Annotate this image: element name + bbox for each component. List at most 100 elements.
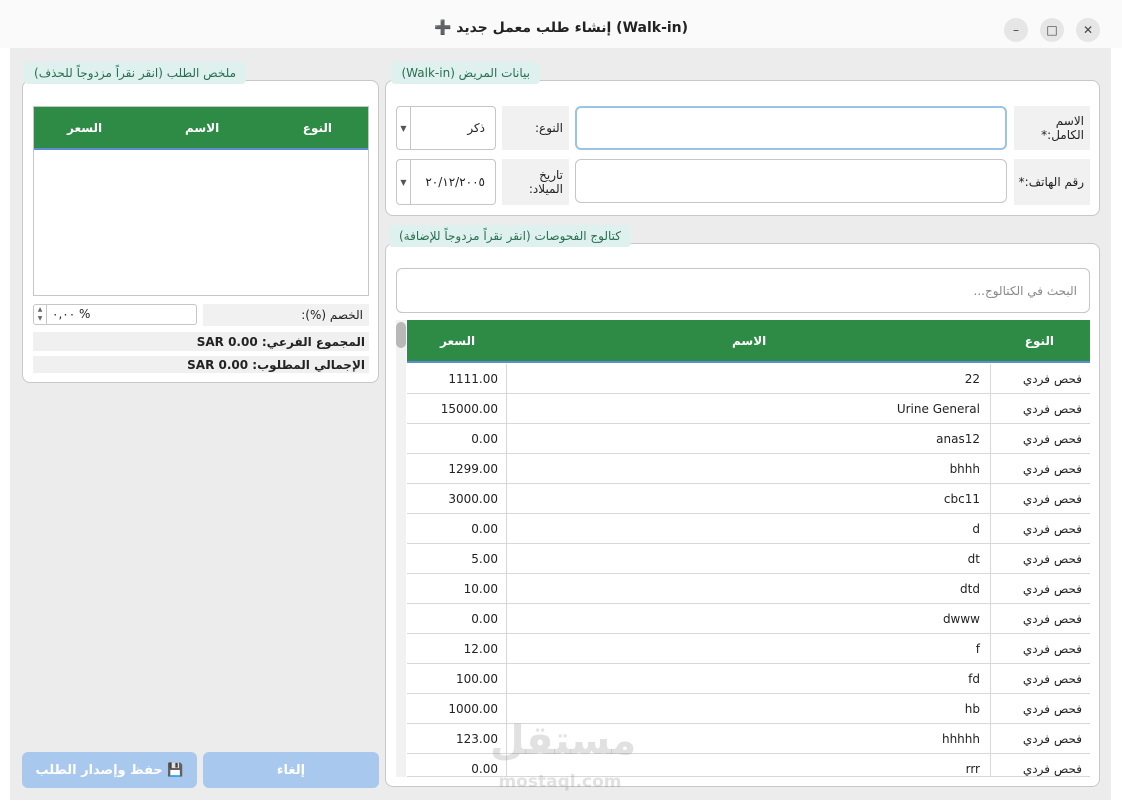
patient-group-title: بيانات المريض (Walk-in): [391, 62, 540, 84]
catalog-cell-price: 0.00: [471, 762, 498, 776]
dob-value: ٢٠/١٢/٢٠٠٥: [425, 175, 485, 189]
column-divider: [990, 364, 991, 393]
catalog-search-input[interactable]: البحث في الكتالوج...: [396, 268, 1090, 313]
catalog-row[interactable]: فحص فردي fd 100.00: [407, 664, 1090, 694]
catalog-row[interactable]: فحص فردي cbc11 3000.00: [407, 484, 1090, 514]
column-divider: [990, 454, 991, 483]
catalog-cell-type: فحص فردي: [1022, 582, 1082, 596]
column-divider: [990, 724, 991, 753]
watermark-url: mostaql.com: [498, 772, 622, 792]
catalog-cell-price: 1299.00: [448, 462, 498, 476]
column-divider: [506, 514, 507, 543]
column-divider: [990, 484, 991, 513]
catalog-scroll-thumb[interactable]: [396, 322, 406, 348]
catalog-cell-type: فحص فردي: [1022, 732, 1082, 746]
catalog-cell-type: فحص فردي: [1022, 762, 1082, 776]
column-divider: [506, 424, 507, 453]
cancel-button[interactable]: إلغاء: [203, 752, 379, 788]
watermark-logo: مستقل: [490, 718, 637, 764]
column-divider: [990, 514, 991, 543]
catalog-row[interactable]: فحص فردي bhhh 1299.00: [407, 454, 1090, 484]
catalog-cell-type: فحص فردي: [1022, 522, 1082, 536]
full-name-input[interactable]: [575, 106, 1007, 150]
column-divider: [506, 394, 507, 423]
column-divider: [506, 544, 507, 573]
summary-table[interactable]: النوع الاسم السعر: [33, 106, 369, 296]
catalog-cell-name: f: [975, 642, 980, 656]
catalog-row[interactable]: فحص فردي Urine General 15000.00: [407, 394, 1090, 424]
catalog-cell-price: 10.00: [463, 582, 498, 596]
catalog-row[interactable]: فحص فردي dt 5.00: [407, 544, 1090, 574]
catalog-row[interactable]: فحص فردي dtd 10.00: [407, 574, 1090, 604]
window-title: ➕ إنشاء طلب معمل جديد (Walk-in): [433, 20, 689, 36]
catalog-cell-name: 22: [964, 372, 980, 386]
total-label: الإجمالي المطلوب: SAR 0.00: [33, 356, 369, 373]
catalog-row[interactable]: فحص فردي 22 1111.00: [407, 364, 1090, 394]
spinner-arrows-icon[interactable]: ▲ ▼: [34, 305, 47, 324]
summary-col-type[interactable]: النوع: [303, 121, 332, 135]
catalog-cell-price: 1111.00: [448, 372, 498, 386]
summary-col-name[interactable]: الاسم: [185, 121, 219, 135]
full-name-label: الاسم الكامل:*: [1014, 106, 1090, 150]
catalog-cell-type: فحص فردي: [1022, 372, 1082, 386]
minimize-button[interactable]: –: [1004, 18, 1028, 42]
catalog-cell-type: فحص فردي: [1022, 432, 1082, 446]
catalog-cell-name: anas12: [936, 432, 980, 446]
catalog-cell-type: فحص فردي: [1022, 612, 1082, 626]
catalog-cell-type: فحص فردي: [1022, 552, 1082, 566]
catalog-cell-type: فحص فردي: [1022, 402, 1082, 416]
column-divider: [506, 484, 507, 513]
catalog-cell-type: فحص فردي: [1022, 702, 1082, 716]
catalog-row[interactable]: فحص فردي f 12.00: [407, 634, 1090, 664]
column-divider: [506, 574, 507, 603]
close-button[interactable]: ✕: [1076, 18, 1100, 42]
subtotal-label: المجموع الفرعي: SAR 0.00: [33, 332, 369, 351]
catalog-table-header: النوع الاسم السعر: [407, 320, 1090, 363]
catalog-cell-price: 12.00: [463, 642, 498, 656]
phone-label: رقم الهاتف:*: [1014, 159, 1090, 205]
dob-date-edit[interactable]: ▼ ٢٠/١٢/٢٠٠٥: [396, 159, 496, 205]
column-divider: [990, 604, 991, 633]
catalog-col-price[interactable]: السعر: [440, 334, 475, 348]
gender-select[interactable]: ▼ ذكر: [396, 106, 496, 150]
catalog-cell-type: فحص فردي: [1022, 462, 1082, 476]
discount-label: الخصم (%):: [203, 304, 369, 326]
save-button[interactable]: 💾 حفظ وإصدار الطلب: [22, 752, 197, 788]
catalog-cell-price: 1000.00: [448, 702, 498, 716]
summary-col-price[interactable]: السعر: [67, 121, 102, 135]
catalog-scrollbar[interactable]: [396, 320, 406, 777]
maximize-button[interactable]: □: [1040, 18, 1064, 42]
summary-group-title: ملخص الطلب (انقر نقراً مزدوجاً للحذف): [24, 62, 246, 84]
catalog-cell-price: 3000.00: [448, 492, 498, 506]
catalog-cell-name: dt: [967, 552, 980, 566]
catalog-row[interactable]: فحص فردي anas12 0.00: [407, 424, 1090, 454]
phone-input[interactable]: [575, 159, 1007, 203]
catalog-group-title: كتالوج الفحوصات (انقر نقراً مزدوجاً للإض…: [389, 225, 631, 247]
catalog-cell-type: فحص فردي: [1022, 672, 1082, 686]
gender-label: النوع:: [502, 106, 569, 150]
chevron-down-icon[interactable]: ▼: [397, 160, 411, 204]
catalog-col-name[interactable]: الاسم: [732, 334, 766, 348]
catalog-row[interactable]: فحص فردي d 0.00: [407, 514, 1090, 544]
column-divider: [506, 664, 507, 693]
column-divider: [990, 544, 991, 573]
discount-spinbox[interactable]: ▲ ▼ ٠,٠٠ %: [33, 304, 197, 325]
column-divider: [506, 634, 507, 663]
catalog-cell-price: 0.00: [471, 612, 498, 626]
catalog-row[interactable]: فحص فردي dwww 0.00: [407, 604, 1090, 634]
dob-label: تاريخ الميلاد:: [502, 159, 569, 205]
catalog-cell-price: 0.00: [471, 522, 498, 536]
gender-value: ذكر: [467, 121, 485, 135]
chevron-down-icon[interactable]: ▼: [397, 107, 411, 149]
catalog-col-type[interactable]: النوع: [1025, 334, 1054, 348]
column-divider: [990, 394, 991, 423]
catalog-cell-price: 15000.00: [440, 402, 498, 416]
catalog-cell-name: fd: [968, 672, 980, 686]
title-bar: ➕ إنشاء طلب معمل جديد (Walk-in) – □ ✕: [0, 0, 1122, 48]
column-divider: [990, 634, 991, 663]
catalog-cell-price: 100.00: [456, 672, 498, 686]
column-divider: [506, 364, 507, 393]
catalog-cell-name: hhhhh: [941, 732, 980, 746]
summary-table-header: النوع الاسم السعر: [34, 107, 368, 150]
catalog-cell-name: rrr: [965, 762, 980, 776]
